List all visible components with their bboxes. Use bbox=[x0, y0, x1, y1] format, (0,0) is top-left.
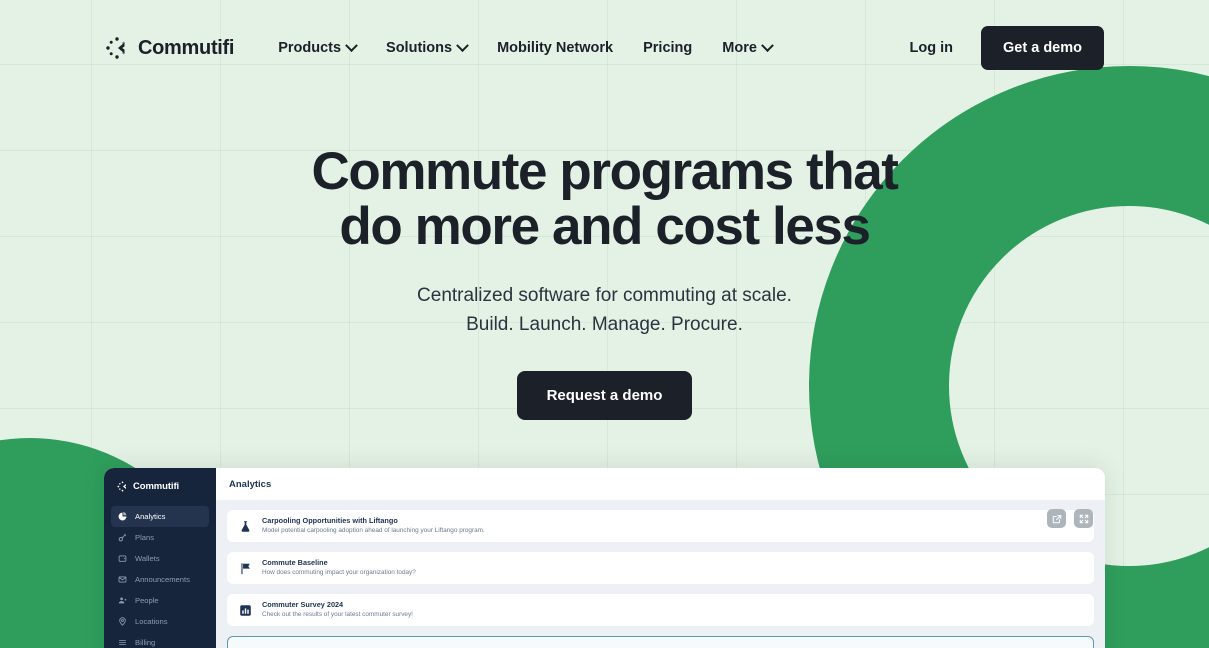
dashboard-body: Carpooling Opportunities with Liftango M… bbox=[216, 500, 1105, 648]
sidebar-item-locations[interactable]: Locations bbox=[111, 611, 209, 632]
card-description: Check out the results of your latest com… bbox=[262, 611, 413, 619]
card-title: Commute Baseline bbox=[262, 558, 328, 568]
sidebar-item-analytics-label: Analytics bbox=[135, 512, 166, 521]
card-title: Carpooling Opportunities with Liftango bbox=[262, 516, 398, 526]
billing-icon bbox=[119, 639, 126, 646]
brand-logo[interactable]: Commutifi bbox=[105, 36, 234, 60]
wallet-icon bbox=[118, 555, 127, 562]
commutifi-logo-icon bbox=[106, 37, 125, 59]
chevron-down-icon bbox=[761, 38, 774, 52]
chevron-down-icon bbox=[456, 38, 469, 52]
nav-item-products[interactable]: Products bbox=[278, 38, 358, 56]
card-text: Commute Baseline How does commuting impa… bbox=[262, 558, 416, 577]
analytics-card-commute-baseline[interactable]: Commute Baseline How does commuting impa… bbox=[227, 552, 1094, 584]
analytics-card-heatmap[interactable]: Heatmap bbox=[227, 636, 1094, 648]
request-a-demo-button[interactable]: Request a demo bbox=[516, 371, 693, 421]
analytics-card-carpooling[interactable]: Carpooling Opportunities with Liftango M… bbox=[227, 510, 1094, 542]
megaphone-icon bbox=[118, 576, 127, 583]
top-navigation-bar: Commutifi Products Solutions Mobility Ne… bbox=[0, 0, 1209, 96]
sidebar-item-billing[interactable]: Billing bbox=[111, 632, 209, 648]
sidebar-item-wallets[interactable]: Wallets bbox=[111, 548, 209, 569]
sidebar-item-analytics[interactable]: Analytics bbox=[111, 506, 209, 527]
fullscreen-button[interactable] bbox=[1074, 509, 1093, 528]
location-pin-icon bbox=[119, 617, 126, 626]
nav-item-mobility-network[interactable]: Mobility Network bbox=[497, 40, 613, 56]
card-description: How does commuting impact your organizat… bbox=[262, 569, 416, 577]
sidebar-item-plans-label: Plans bbox=[135, 533, 154, 542]
nav-item-more-label: More bbox=[722, 40, 757, 56]
hero-section: Commute programs that do more and cost l… bbox=[0, 96, 1209, 421]
flag-icon bbox=[241, 562, 250, 574]
nav-item-more[interactable]: More bbox=[722, 38, 774, 56]
sidebar-item-announcements-label: Announcements bbox=[135, 575, 190, 584]
card-text: Carpooling Opportunities with Liftango M… bbox=[262, 516, 485, 535]
card-title: Commuter Survey 2024 bbox=[262, 600, 344, 610]
dashboard-brand-name: Commutifi bbox=[133, 481, 180, 492]
external-link-button[interactable] bbox=[1047, 509, 1066, 528]
card-text: Commuter Survey 2024 Check out the resul… bbox=[262, 600, 413, 619]
get-a-demo-button[interactable]: Get a demo bbox=[981, 26, 1104, 70]
nav-item-pricing-label: Pricing bbox=[643, 40, 693, 56]
commutifi-logo-icon bbox=[117, 481, 126, 492]
people-icon bbox=[118, 597, 127, 604]
sidebar-item-plans[interactable]: Plans bbox=[111, 527, 209, 548]
sidebar-item-people-label: People bbox=[135, 596, 159, 605]
fullscreen-icon bbox=[1079, 514, 1088, 523]
dashboard-nav: Analytics Plans Wallets Announcements Pe… bbox=[104, 506, 216, 648]
dashboard-preview: Commutifi Analytics Plans Wallets Announ… bbox=[104, 468, 1105, 648]
card-description: Model potential carpooling adoption ahea… bbox=[262, 527, 485, 535]
nav-item-solutions-label: Solutions bbox=[386, 40, 453, 56]
key-icon bbox=[118, 534, 126, 542]
nav-actions: Log in Get a demo bbox=[910, 26, 1104, 70]
nav-item-solutions[interactable]: Solutions bbox=[386, 38, 469, 56]
dashboard-sidebar: Commutifi Analytics Plans Wallets Announ… bbox=[104, 468, 216, 648]
dashboard-main: Analytics Carpooling Opportunities with … bbox=[216, 468, 1105, 648]
sidebar-item-wallets-label: Wallets bbox=[135, 554, 160, 563]
pie-chart-icon bbox=[118, 512, 127, 521]
sidebar-item-billing-label: Billing bbox=[135, 638, 156, 647]
brand-name: Commutifi bbox=[138, 36, 235, 59]
hero-subtitle: Centralized software for commuting at sc… bbox=[0, 282, 1209, 339]
bar-chart-icon bbox=[240, 604, 251, 616]
dashboard-toolbar bbox=[1047, 509, 1093, 528]
sidebar-item-announcements[interactable]: Announcements bbox=[111, 569, 209, 590]
beaker-icon bbox=[241, 520, 250, 532]
hero-subtitle-line-2: Build. Launch. Manage. Procure. bbox=[466, 313, 743, 335]
nav-item-pricing[interactable]: Pricing bbox=[643, 40, 692, 56]
dashboard-header: Analytics bbox=[216, 468, 1105, 500]
login-link[interactable]: Log in bbox=[910, 40, 954, 56]
chevron-down-icon bbox=[345, 38, 358, 52]
nav-item-products-label: Products bbox=[278, 40, 342, 56]
nav-links: Products Solutions Mobility Network Pric… bbox=[278, 38, 774, 56]
analytics-card-commuter-survey[interactable]: Commuter Survey 2024 Check out the resul… bbox=[227, 594, 1094, 626]
external-link-icon bbox=[1052, 514, 1061, 523]
hero-subtitle-line-1: Centralized software for commuting at sc… bbox=[417, 285, 792, 307]
dashboard-header-title: Analytics bbox=[229, 478, 272, 490]
page-title: Commute programs that do more and cost l… bbox=[311, 142, 898, 257]
sidebar-item-people[interactable]: People bbox=[111, 590, 209, 611]
nav-item-mobility-network-label: Mobility Network bbox=[497, 40, 614, 56]
sidebar-item-locations-label: Locations bbox=[135, 617, 168, 626]
dashboard-brand: Commutifi bbox=[104, 481, 216, 506]
